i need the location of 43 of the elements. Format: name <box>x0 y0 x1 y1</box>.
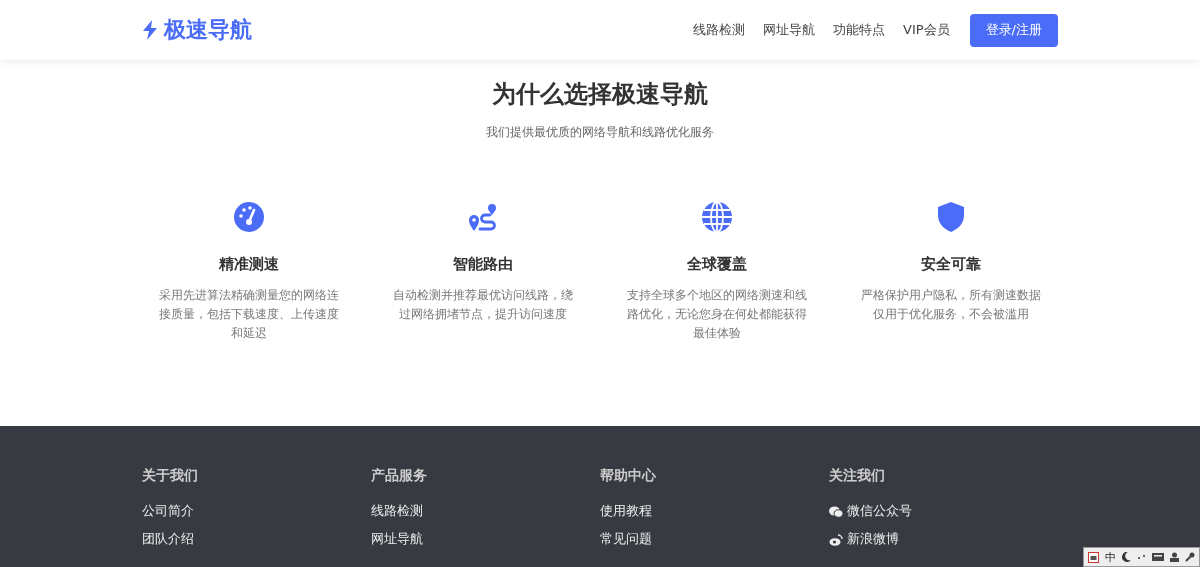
eye-logo-icon <box>829 533 843 546</box>
speedometer-icon <box>233 201 265 233</box>
footer-link[interactable]: 常见问题 <box>600 531 829 548</box>
footer-heading: 关注我们 <box>829 467 886 485</box>
moon-icon <box>1122 552 1131 562</box>
keyboard-icon <box>1088 551 1099 563</box>
chat-bubbles-icon <box>829 505 843 518</box>
user-icon <box>1170 552 1179 562</box>
footer-link[interactable]: 使用教程 <box>600 503 829 520</box>
lightning-bolt-icon <box>142 20 158 40</box>
nav-link[interactable]: 线路检测 <box>693 21 746 39</box>
feature-description: 采用先进算法精确测量您的网络连接质量，包括下载速度、上传速度和延迟 <box>158 287 340 342</box>
feature-title: 全球覆盖 <box>687 255 747 274</box>
footer-link-label: 新浪微博 <box>847 531 899 548</box>
nav-link[interactable]: 功能特点 <box>833 21 886 39</box>
site-logo[interactable]: 极速导航 <box>164 15 252 45</box>
footer-link[interactable]: 公司简介 <box>142 503 371 520</box>
footer-link[interactable]: 微信公众号 <box>829 503 1058 520</box>
route-icon <box>467 201 499 233</box>
footer-heading: 帮助中心 <box>600 467 657 485</box>
wrench-icon <box>1185 552 1195 562</box>
footer-link[interactable]: 团队介绍 <box>142 531 371 548</box>
globe-icon <box>701 201 733 233</box>
nav-link[interactable]: 网址导航 <box>763 21 816 39</box>
footer-link-label: 微信公众号 <box>847 503 912 520</box>
feature-description: 支持全球多个地区的网络测速和线路优化，无论您身在何处都能获得最佳体验 <box>626 287 808 342</box>
keyboard-icon <box>1152 553 1164 561</box>
nav-link[interactable]: VIP会员 <box>903 21 950 39</box>
footer-link[interactable]: 线路检测 <box>371 503 600 520</box>
feature-description: 自动检测并推荐最优访问线路，绕过网络拥堵节点，提升访问速度 <box>392 287 574 323</box>
footer-link[interactable]: 网址导航 <box>371 531 600 548</box>
feature-title: 智能路由 <box>453 255 513 274</box>
feature-title: 安全可靠 <box>921 255 981 274</box>
login-button[interactable]: 登录/注册 <box>969 13 1058 47</box>
feature-title: 精准测速 <box>219 255 279 274</box>
feature-description: 严格保护用户隐私，所有测速数据仅用于优化服务，不会被滥用 <box>860 287 1042 323</box>
input-mode-label[interactable]: 中 <box>1105 549 1116 565</box>
footer-link[interactable]: 新浪微博 <box>829 531 1058 548</box>
section-title: 为什么选择极速导航 <box>492 79 708 110</box>
footer-heading: 关于我们 <box>142 467 199 485</box>
footer-heading: 产品服务 <box>371 467 428 485</box>
shield-icon <box>935 201 967 233</box>
section-subtitle: 我们提供最优质的网络导航和线路优化服务 <box>486 124 714 141</box>
